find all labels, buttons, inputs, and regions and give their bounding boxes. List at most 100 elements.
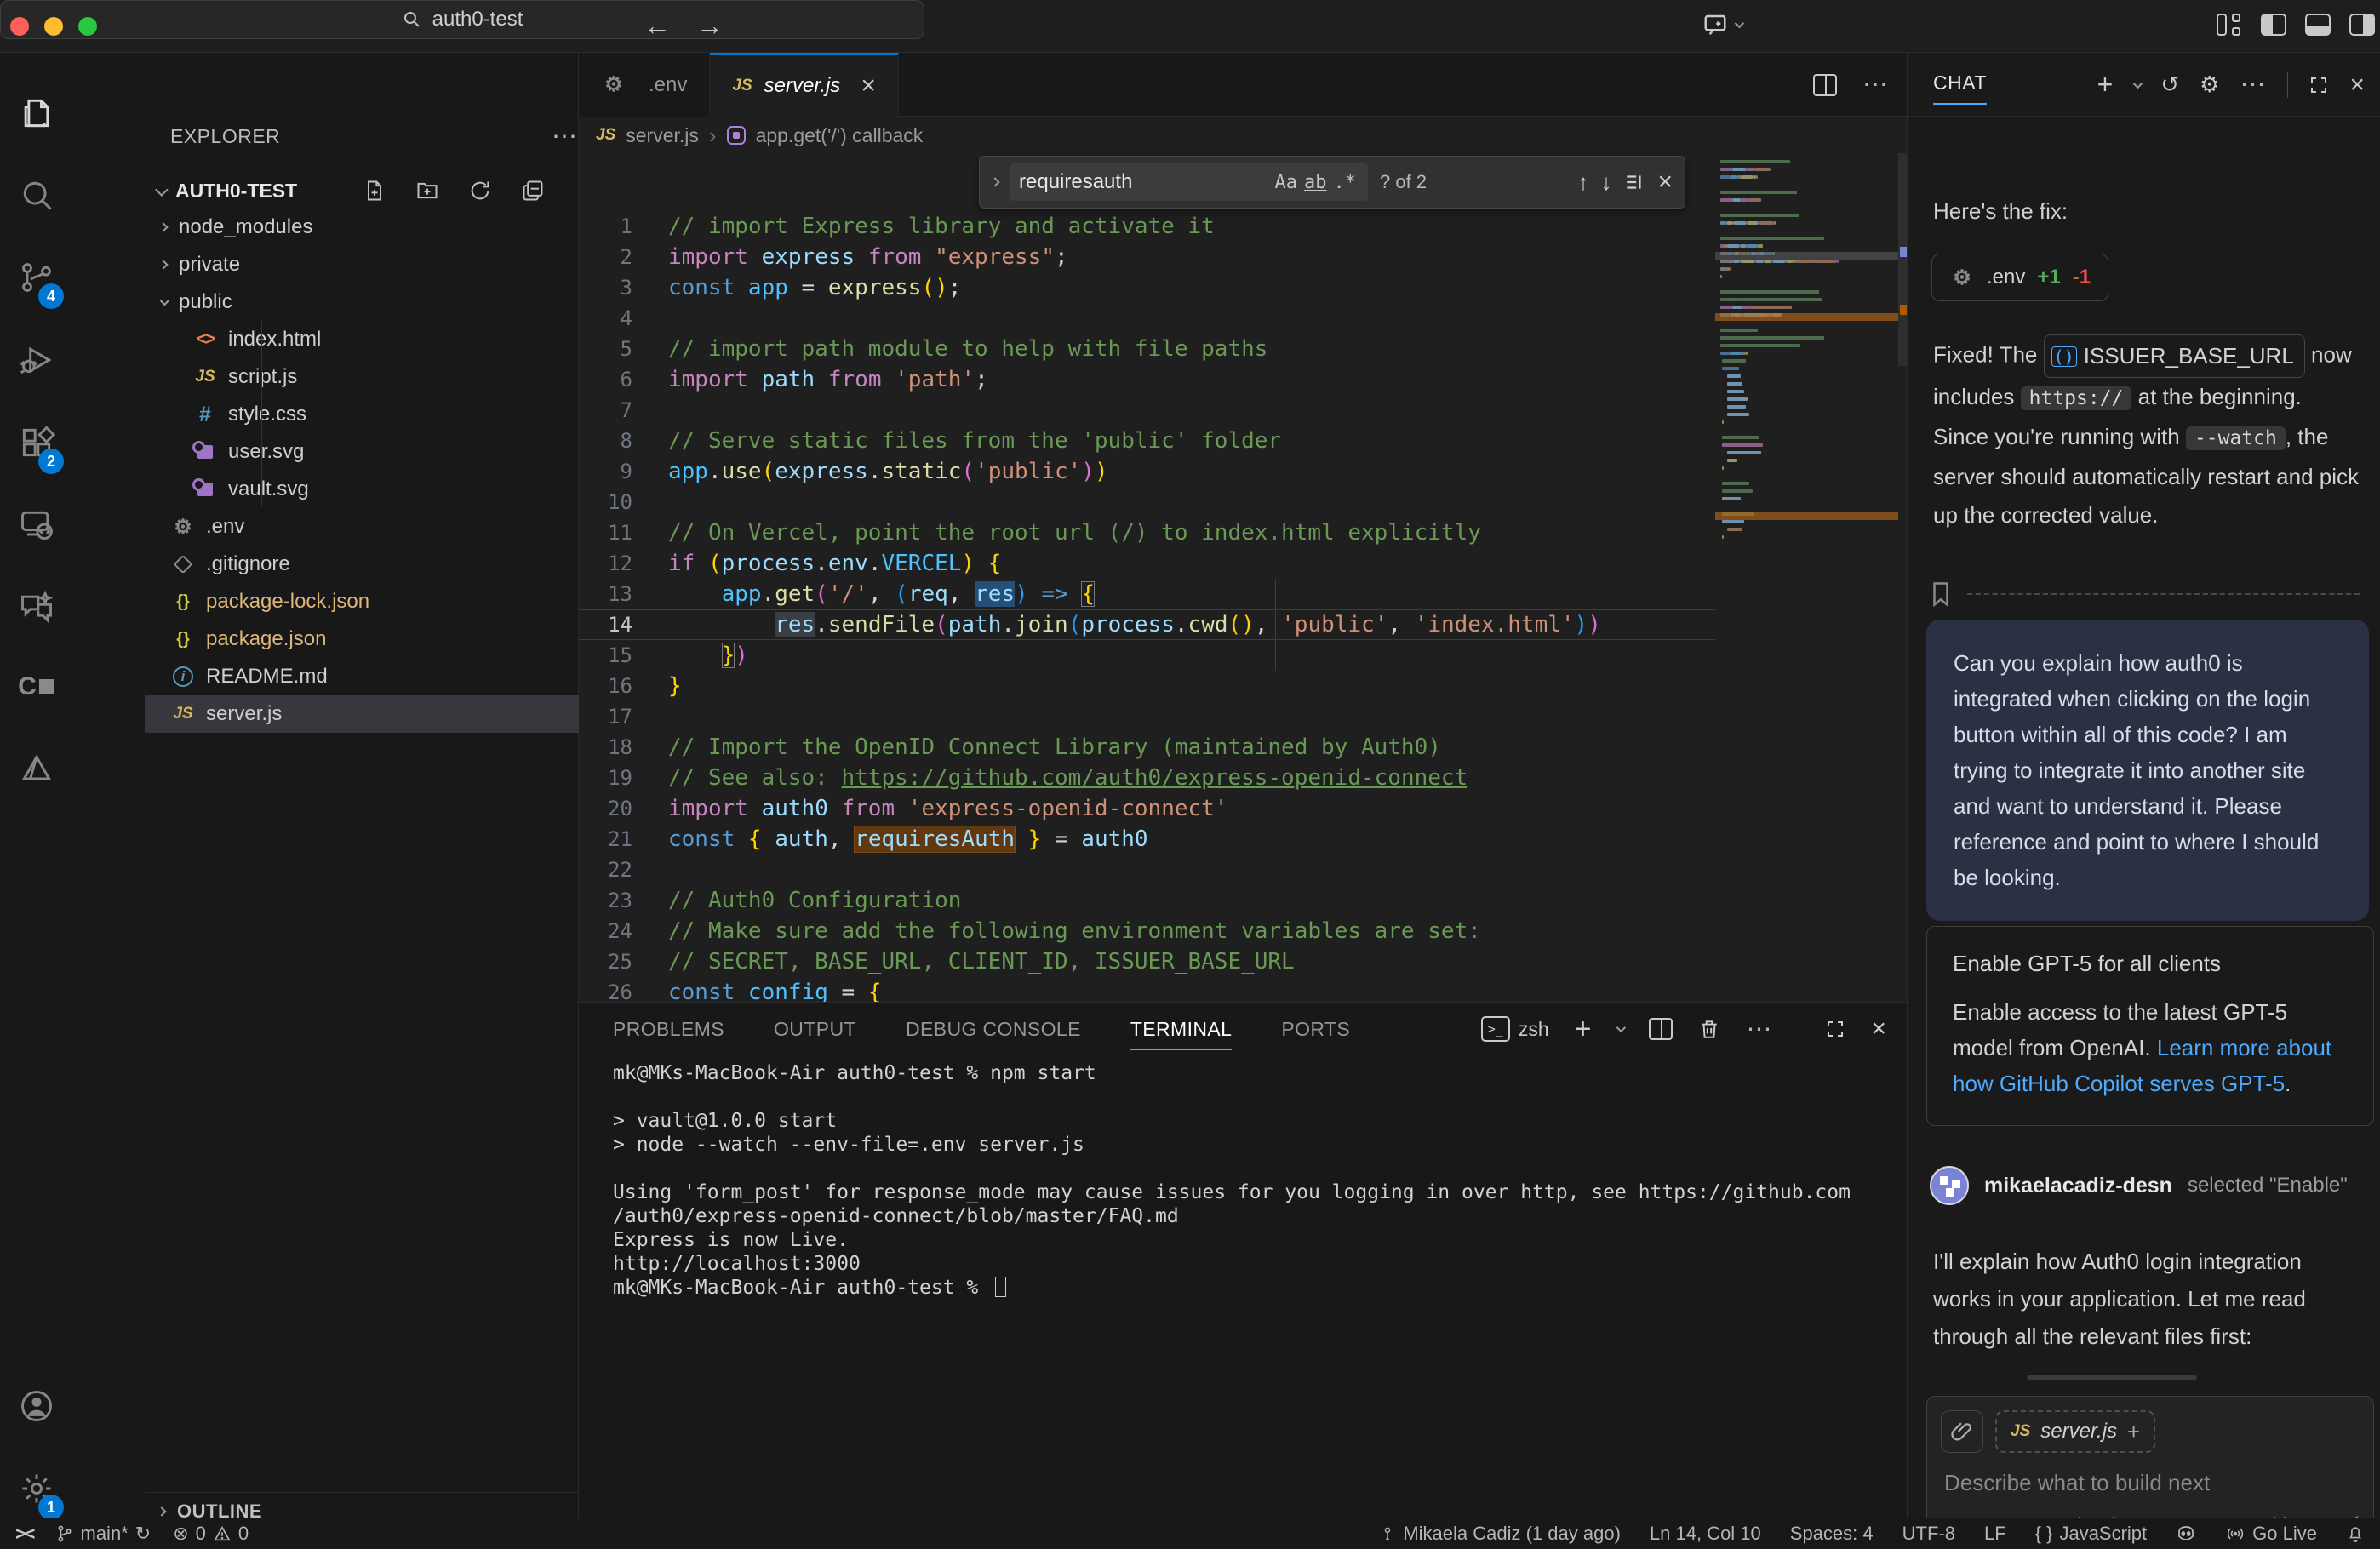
tab-env[interactable]: ⚙ .env [579, 53, 710, 117]
settings-button[interactable]: 1 [0, 1452, 72, 1525]
panel-more-icon[interactable]: ⋯ [1746, 1015, 1773, 1044]
terminal-shell-item[interactable]: >_ zsh [1481, 1016, 1549, 1042]
tree-item-package-json[interactable]: {}package.jsonM [145, 620, 651, 658]
code-line[interactable]: 7 [579, 395, 1715, 426]
tree-item-private[interactable]: private [145, 246, 651, 283]
changed-file-chip[interactable]: ⚙ .env +1 -1 [1931, 254, 2108, 301]
code-line[interactable]: 1// import Express library and activate … [579, 211, 1715, 242]
panel-tab-terminal[interactable]: TERMINAL [1130, 1003, 1233, 1055]
bookmark-icon[interactable] [1930, 581, 1952, 607]
code-line[interactable]: 9app.use(express.static('public')) [579, 456, 1715, 487]
maximize-panel-icon[interactable] [1825, 1019, 1845, 1039]
chat-input-placeholder[interactable]: Describe what to build next [1944, 1470, 2210, 1496]
branch-item[interactable]: main* ↻ [55, 1523, 152, 1545]
breadcrumb[interactable]: JS server.js › app.get('/') callback [596, 117, 1907, 154]
sidebar-item-source-control[interactable]: 4 [0, 241, 72, 314]
new-file-icon[interactable] [363, 179, 386, 203]
chat-cast-button[interactable] [1702, 12, 1742, 37]
regex-icon[interactable]: .* [1330, 172, 1360, 193]
code-line[interactable]: 8// Serve static files from the 'public'… [579, 426, 1715, 456]
match-case-icon[interactable]: Aa [1272, 172, 1302, 193]
minimap[interactable] [1715, 153, 1898, 1002]
remote-indicator[interactable]: >< [15, 1523, 33, 1545]
find-previous-icon[interactable]: ↑ [1577, 169, 1588, 196]
find-next-icon[interactable]: ↓ [1600, 169, 1611, 196]
go-live-item[interactable]: Go Live [2225, 1523, 2317, 1545]
copilot-icon[interactable] [2176, 1523, 2196, 1544]
chat-tab[interactable]: CHAT [1933, 71, 1987, 94]
code-line[interactable]: 22 [579, 855, 1715, 885]
trash-icon[interactable] [1698, 1018, 1720, 1040]
forward-icon[interactable]: → [696, 10, 724, 42]
sidebar-item-run-debug[interactable] [0, 323, 72, 397]
bell-icon[interactable] [2346, 1524, 2365, 1543]
sidebar-item-extensions[interactable]: 2 [0, 406, 72, 479]
close-chat-icon[interactable]: × [2349, 71, 2365, 100]
sidebar-item-remote-explorer[interactable] [0, 489, 72, 562]
code-line[interactable]: 3const app = express(); [579, 272, 1715, 303]
sidebar-item-search[interactable] [0, 158, 72, 231]
chevron-down-icon[interactable] [2133, 78, 2143, 88]
code-line[interactable]: 23// Auth0 Configuration [579, 885, 1715, 916]
toggle-panel-button[interactable] [2305, 14, 2331, 36]
tree-item-style-css[interactable]: #style.css [145, 396, 651, 433]
toggle-secondary-sidebar-button[interactable] [2349, 14, 2375, 36]
code-line[interactable]: 24// Make sure add the following environ… [579, 916, 1715, 946]
tree-item--gitignore[interactable]: .gitignore [145, 546, 651, 583]
code-line[interactable]: 21const { auth, requiresAuth } = auth0 [579, 824, 1715, 855]
problems-item[interactable]: ⊗ 0 0 [173, 1523, 249, 1545]
code-line[interactable]: 19// See also: https://github.com/auth0/… [579, 763, 1715, 793]
code-line[interactable]: 16} [579, 671, 1715, 701]
code-line[interactable]: 4 [579, 303, 1715, 334]
refresh-icon[interactable] [468, 179, 492, 203]
tree-item--env[interactable]: ⚙.env [145, 508, 651, 546]
find-expand-icon[interactable] [990, 177, 999, 186]
command-center-search[interactable]: auth0-test [0, 0, 924, 39]
terminal-output[interactable]: mk@MKs-MacBook-Air auth0-test % npm star… [613, 1062, 1890, 1300]
code-line[interactable]: 17 [579, 701, 1715, 732]
maximize-window-button[interactable] [78, 17, 97, 36]
sidebar-item-explorer[interactable] [0, 77, 72, 150]
eol[interactable]: LF [1984, 1523, 2006, 1545]
collapse-all-icon[interactable] [521, 179, 545, 203]
tree-item-public[interactable]: public [145, 283, 651, 321]
chevron-down-icon[interactable] [1616, 1023, 1626, 1032]
customize-layout-button[interactable] [2217, 14, 2242, 36]
back-icon[interactable]: ← [644, 10, 671, 42]
attached-file-chip[interactable]: JS server.js + [1995, 1410, 2155, 1453]
tree-item-node-modules[interactable]: node_modules [145, 209, 651, 246]
panel-tab-debug-console[interactable]: DEBUG CONSOLE [906, 1003, 1081, 1055]
code-editor[interactable]: 1// import Express library and activate … [579, 153, 1715, 1002]
code-line[interactable]: 12if (process.env.VERCEL) { [579, 548, 1715, 579]
close-window-button[interactable] [10, 17, 29, 36]
minimize-window-button[interactable] [44, 17, 63, 36]
panel-tab-output[interactable]: OUTPUT [774, 1003, 856, 1055]
code-line[interactable]: 18// Import the OpenID Connect Library (… [579, 732, 1715, 763]
breadcrumb-symbol[interactable]: app.get('/') callback [756, 124, 924, 147]
whole-word-icon[interactable]: ab [1301, 172, 1330, 193]
explorer-more-icon[interactable]: ⋯ [552, 122, 579, 151]
close-panel-icon[interactable]: × [1871, 1015, 1886, 1043]
split-terminal-icon[interactable] [1649, 1018, 1673, 1040]
tree-item-vault-svg[interactable]: vault.svg [145, 471, 651, 508]
code-line[interactable]: 13 app.get('/', (req, res) => { [579, 579, 1715, 609]
sync-icon[interactable]: ↻ [135, 1523, 151, 1545]
tree-item-readme-md[interactable]: iREADME.md [145, 658, 651, 695]
chat-more-icon[interactable]: ⋯ [2240, 70, 2267, 100]
sidebar-item-chat[interactable] [0, 571, 72, 644]
indentation[interactable]: Spaces: 4 [1790, 1523, 1874, 1545]
history-icon[interactable]: ↺ [2160, 71, 2179, 98]
tree-item-package-lock-json[interactable]: {}package-lock.jsonM [145, 583, 651, 620]
code-line[interactable]: 20import auth0 from 'express-openid-conn… [579, 793, 1715, 824]
encoding[interactable]: UTF-8 [1902, 1523, 1955, 1545]
editor-more-icon[interactable]: ⋯ [1862, 70, 1890, 100]
find-in-selection-icon[interactable] [1623, 171, 1645, 193]
tree-item-index-html[interactable]: <>index.html [145, 321, 651, 358]
code-line[interactable]: 14 res.sendFile(path.join(process.cwd(),… [579, 609, 1715, 640]
find-input[interactable] [1019, 170, 1272, 194]
new-chat-icon[interactable]: + [2097, 69, 2114, 100]
tree-item-script-js[interactable]: JSscript.js [145, 358, 651, 396]
split-editor-icon[interactable] [1813, 74, 1837, 96]
add-context-icon[interactable]: + [2127, 1419, 2140, 1445]
code-line[interactable]: 10 [579, 487, 1715, 517]
